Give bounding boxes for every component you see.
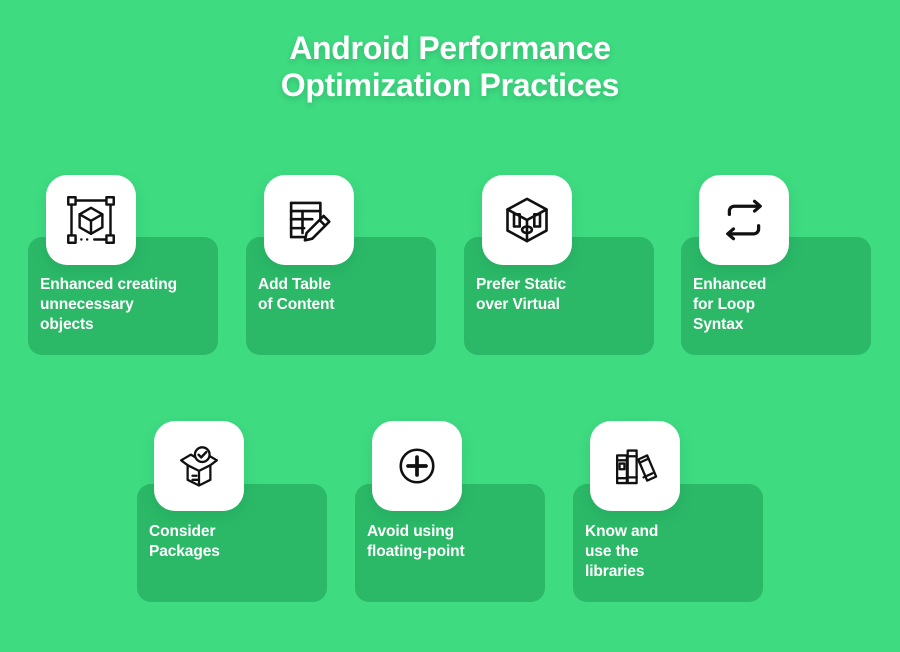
open-box-check-icon [173, 440, 225, 492]
card-label: Prefer Static over Virtual [476, 276, 567, 313]
card-label: Enhanced creating unnecessary objects [40, 276, 177, 333]
cube-bounding-box-icon [65, 194, 117, 246]
icon-tile [154, 421, 244, 511]
icon-tile [699, 175, 789, 265]
icon-tile [264, 175, 354, 265]
card-enhanced-creating-unnecessary-objects[interactable]: Enhanced creating unnecessary objects [28, 175, 218, 355]
card-prefer-static-over-virtual[interactable]: Prefer Static over Virtual [464, 175, 654, 355]
card-enhanced-for-loop-syntax[interactable]: Enhanced for Loop Syntax [681, 175, 871, 355]
card-consider-packages[interactable]: Consider Packages [137, 421, 327, 602]
card-add-table-of-content[interactable]: Add Table of Content [246, 175, 436, 355]
plus-circle-icon [391, 440, 443, 492]
card-label: Know and use the libraries [585, 523, 659, 580]
card-know-and-use-the-libraries[interactable]: Know and use the libraries [573, 421, 763, 602]
icon-tile [590, 421, 680, 511]
loop-repeat-icon [718, 194, 770, 246]
icon-tile [372, 421, 462, 511]
card-label: Avoid using floating-point [367, 523, 465, 560]
page-title: Android Performance Optimization Practic… [280, 30, 620, 103]
card-label: Consider Packages [149, 523, 220, 560]
card-label: Add Table of Content [258, 276, 335, 313]
table-edit-icon [283, 194, 335, 246]
books-icon [609, 440, 661, 492]
icon-tile [482, 175, 572, 265]
hexagon-cube-icon [501, 194, 553, 246]
card-label: Enhanced for Loop Syntax [693, 276, 767, 333]
card-avoid-using-floating-point[interactable]: Avoid using floating-point [355, 421, 545, 602]
icon-tile [46, 175, 136, 265]
